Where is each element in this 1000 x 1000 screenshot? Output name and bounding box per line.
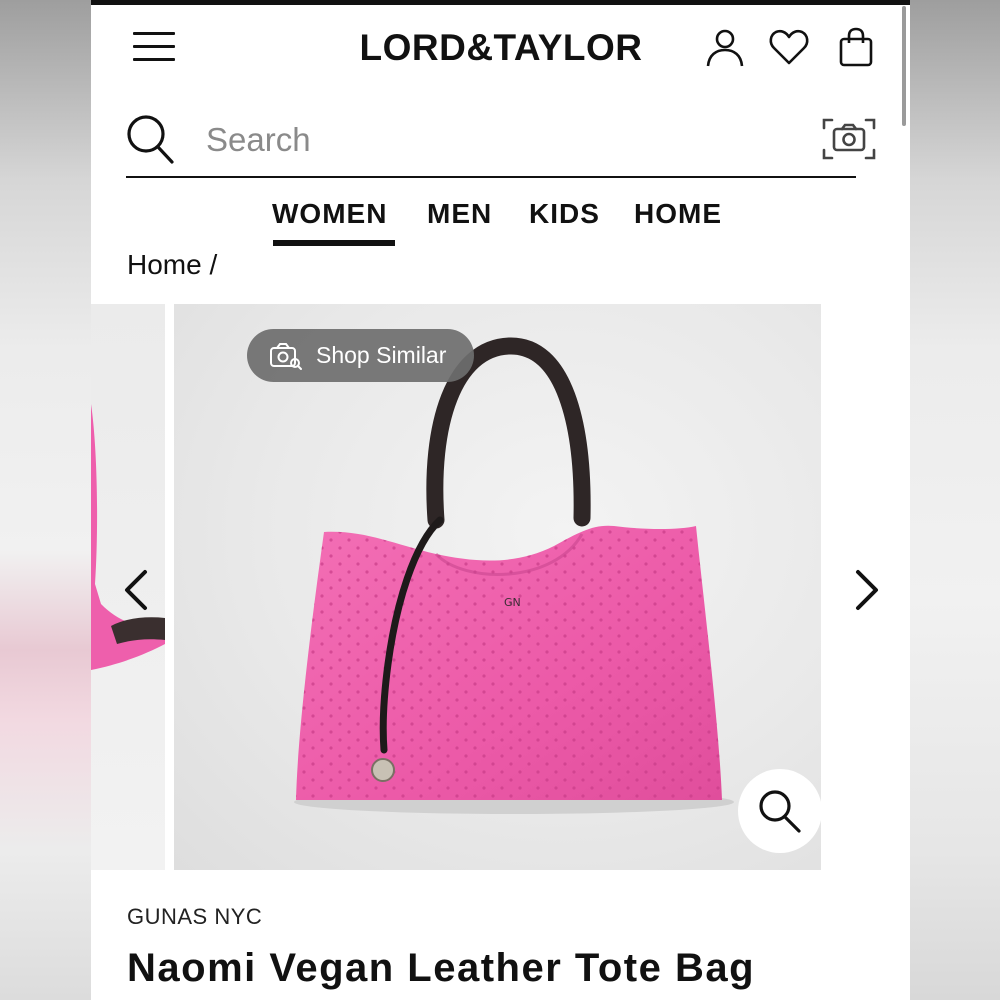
- account-icon[interactable]: [704, 26, 746, 68]
- camera-search-icon: [269, 341, 303, 371]
- scrollbar[interactable]: [902, 6, 906, 126]
- menu-icon[interactable]: [133, 32, 177, 62]
- search-icon[interactable]: [126, 114, 176, 166]
- main-product-image[interactable]: GN Shop Similar: [174, 304, 821, 870]
- chevron-left-icon[interactable]: [119, 566, 155, 614]
- product-title: Naomi Vegan Leather Tote Bag: [127, 946, 756, 990]
- shop-similar-button[interactable]: Shop Similar: [247, 329, 474, 382]
- search-input[interactable]: [206, 118, 766, 162]
- search-bar: [126, 108, 876, 178]
- wishlist-heart-icon[interactable]: [768, 26, 810, 68]
- product-brand[interactable]: GUNAS NYC: [127, 904, 262, 930]
- status-strip: [91, 0, 910, 5]
- site-logo[interactable]: LORD&TAYLOR: [343, 25, 659, 71]
- tab-men[interactable]: MEN: [427, 198, 492, 230]
- product-image-gallery[interactable]: GN Shop Similar: [91, 304, 910, 870]
- background-right-margin: [910, 0, 1000, 1000]
- active-tab-indicator: [273, 240, 395, 246]
- breadcrumb[interactable]: Home /: [127, 249, 217, 281]
- tab-kids[interactable]: KIDS: [529, 198, 600, 230]
- category-nav: WOMEN MEN KIDS HOME: [91, 190, 910, 250]
- shop-similar-label: Shop Similar: [316, 342, 447, 368]
- zoom-magnifier-icon[interactable]: [738, 769, 822, 853]
- background-left-margin: [0, 0, 91, 1000]
- tab-women[interactable]: WOMEN: [272, 198, 387, 230]
- chevron-right-icon[interactable]: [848, 566, 884, 614]
- tab-home[interactable]: HOME: [634, 198, 722, 230]
- shopping-bag-icon[interactable]: [835, 26, 877, 68]
- svg-text:GN: GN: [504, 596, 521, 609]
- camera-search-icon[interactable]: [822, 116, 876, 162]
- phone-screen: LORD&TAYLOR Search WOMEN MEN KIDS HOME H…: [91, 0, 910, 1000]
